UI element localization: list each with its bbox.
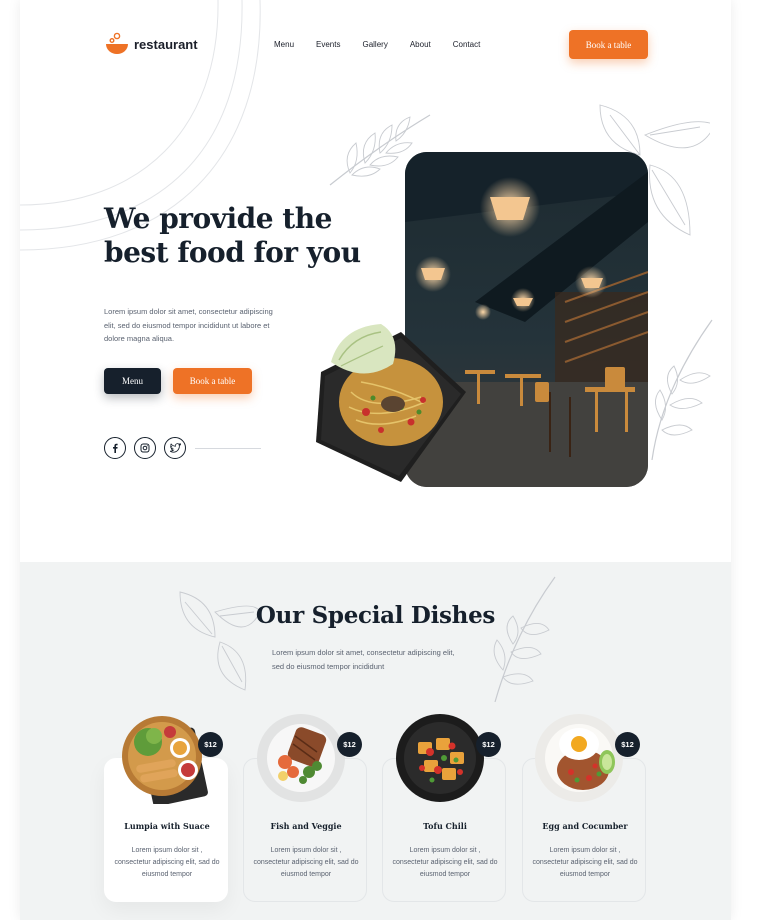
dish-name: Egg and Cocumber [542, 821, 628, 831]
instagram-icon[interactable] [134, 437, 156, 459]
brand-name: restaurant [134, 36, 198, 52]
nav-link-about[interactable]: About [410, 40, 431, 49]
dish-name: Fish and Veggie [270, 821, 342, 831]
noodle-plate-image [316, 324, 466, 482]
price-badge: $12 [337, 732, 362, 757]
nav-link-menu[interactable]: Menu [274, 40, 294, 49]
dish-description: Lorem ipsum dolor sit , consectetur adip… [253, 847, 359, 878]
special-dishes-section: Our Special Dishes Lorem ipsum dolor sit… [20, 562, 731, 920]
egg-cucumber-dish-image [535, 714, 623, 802]
hero-title: We provide the best food for you [104, 202, 361, 269]
herb-illustration-right [651, 319, 713, 460]
dish-name: Tofu Chili [423, 821, 467, 831]
lumpia-dish-image [122, 716, 208, 804]
landing-page: restaurant Menu Events Gallery About Con… [20, 0, 731, 920]
fish-veggie-dish-image [257, 714, 345, 802]
herb-illustration-center [493, 576, 556, 702]
price-badge: $12 [198, 732, 223, 757]
hero-description: Lorem ipsum dolor sit amet, consectetur … [104, 307, 273, 343]
social-divider [195, 448, 261, 449]
section-title: Our Special Dishes [255, 602, 496, 629]
dish-name: Lumpia with Suace [124, 821, 210, 831]
facebook-icon[interactable] [104, 437, 126, 459]
book-table-button[interactable]: Book a table [173, 368, 252, 394]
menu-button[interactable]: Menu [104, 368, 161, 394]
dish-description: Lorem ipsum dolor sit , consectetur adip… [114, 847, 220, 878]
section-subtitle: Lorem ipsum dolor sit amet, consectetur … [272, 648, 455, 671]
leaf-illustration-left [179, 591, 260, 691]
price-badge: $12 [476, 732, 501, 757]
twitter-icon[interactable] [164, 437, 186, 459]
book-table-nav-button[interactable]: Book a table [569, 30, 648, 59]
brand-logo[interactable]: restaurant [104, 26, 198, 62]
social-links [104, 437, 186, 459]
dish-description: Lorem ipsum dolor sit , consectetur adip… [532, 847, 638, 878]
nav-link-contact[interactable]: Contact [453, 40, 481, 49]
price-badge: $12 [615, 732, 640, 757]
nav-links: Menu Events Gallery About Contact [274, 26, 480, 62]
nav-link-gallery[interactable]: Gallery [362, 40, 387, 49]
dish-description: Lorem ipsum dolor sit , consectetur adip… [392, 847, 498, 878]
nav-link-events[interactable]: Events [316, 40, 340, 49]
tofu-chili-dish-image [396, 714, 484, 802]
bowl-logo-icon [106, 32, 128, 54]
top-navigation: restaurant Menu Events Gallery About Con… [104, 26, 648, 62]
